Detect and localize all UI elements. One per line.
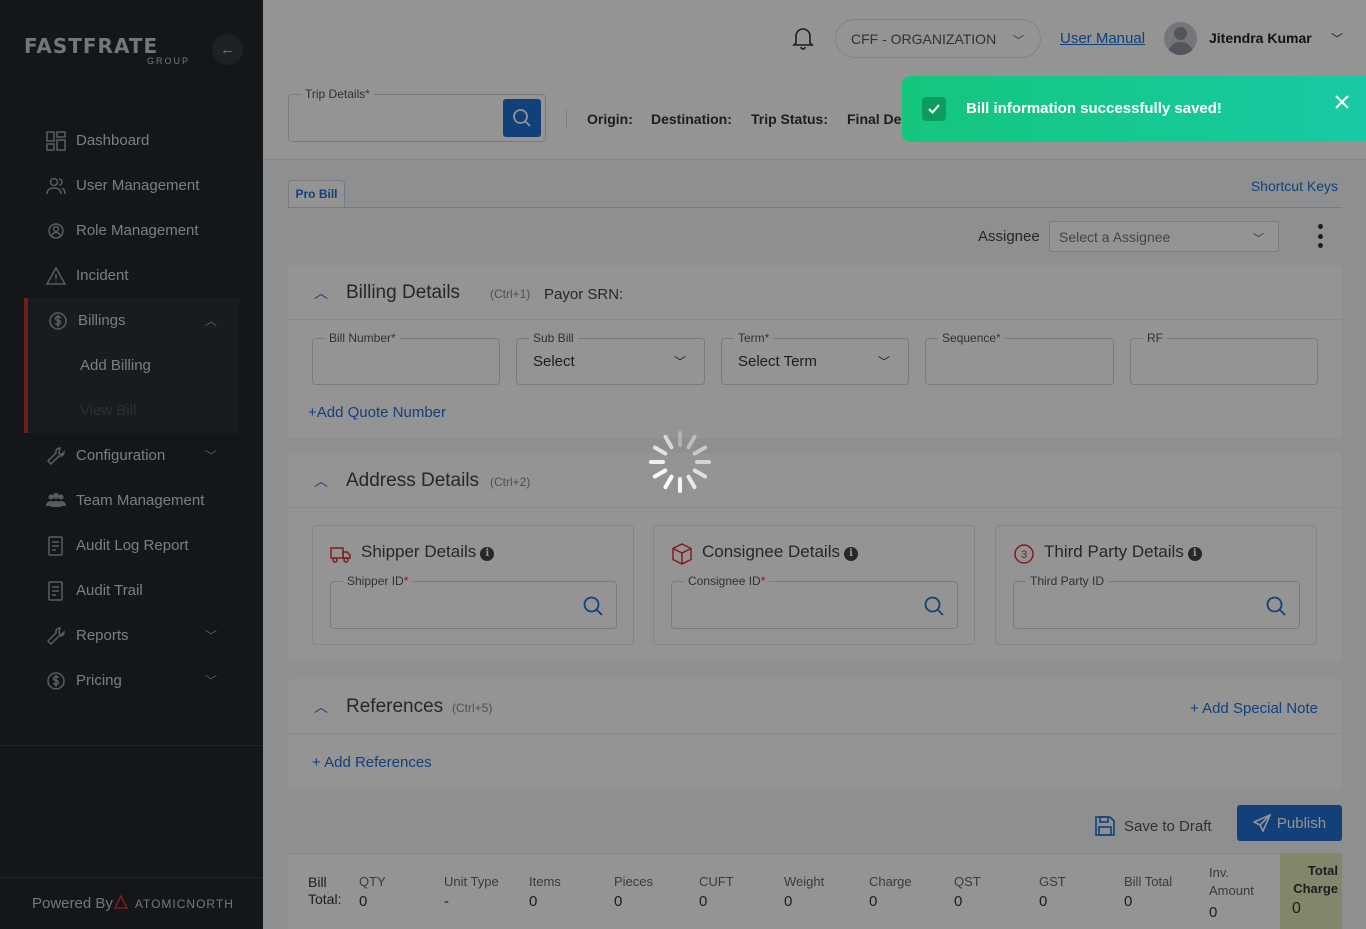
toast-message: Bill information successfully saved! — [966, 100, 1222, 117]
close-icon[interactable] — [1332, 92, 1352, 112]
check-icon — [922, 97, 946, 121]
success-toast: Bill information successfully saved! — [902, 76, 1366, 142]
loading-spinner-icon — [649, 431, 711, 493]
